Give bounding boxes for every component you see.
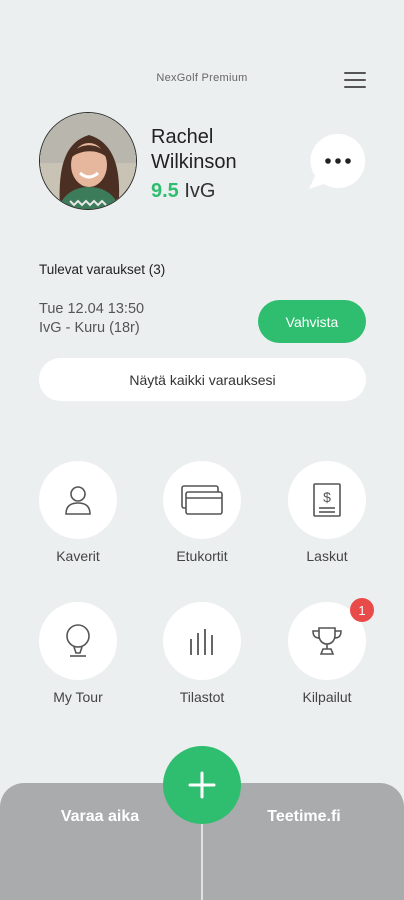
handicap: 9.5 IvG bbox=[151, 180, 216, 203]
tile-statistics[interactable]: Tilastot bbox=[152, 602, 252, 705]
profile-card: Rachel Wilkinson 9.5 IvG bbox=[39, 112, 369, 212]
show-all-bookings-button[interactable]: Näytä kaikki varauksesi bbox=[39, 358, 366, 401]
teetime-button[interactable]: Teetime.fi bbox=[204, 808, 404, 838]
hamburger-menu-icon[interactable] bbox=[344, 72, 366, 90]
tile-invoices[interactable]: $ Laskut bbox=[277, 461, 377, 564]
avatar[interactable] bbox=[39, 112, 137, 210]
tile-label: My Tour bbox=[53, 689, 103, 705]
tile-benefit-cards[interactable]: Etukortit bbox=[152, 461, 252, 564]
confirm-button[interactable]: Vahvista bbox=[258, 300, 366, 343]
stats-bars-icon bbox=[163, 602, 241, 680]
tile-friends[interactable]: Kaverit bbox=[28, 461, 128, 564]
tile-label: Tilastot bbox=[179, 689, 225, 705]
person-icon bbox=[39, 461, 117, 539]
book-time-button[interactable]: Varaa aika bbox=[0, 808, 200, 838]
plus-icon bbox=[188, 771, 216, 799]
add-button[interactable] bbox=[163, 746, 241, 824]
upcoming-bookings-title: Tulevat varaukset (3) bbox=[39, 262, 166, 277]
invoice-icon: $ bbox=[288, 461, 366, 539]
last-name: Wilkinson bbox=[151, 151, 237, 173]
tile-label: Kaverit bbox=[56, 548, 100, 564]
handicap-value: 9.5 bbox=[151, 180, 179, 202]
tile-label: Etukortit bbox=[176, 548, 228, 564]
svg-text:$: $ bbox=[323, 489, 331, 505]
cards-icon bbox=[163, 461, 241, 539]
golf-ball-icon bbox=[39, 602, 117, 680]
user-name: Rachel Wilkinson bbox=[151, 125, 237, 175]
tile-label: Kilpailut bbox=[302, 689, 352, 705]
bottom-divider bbox=[201, 820, 203, 900]
chat-bubble-icon[interactable] bbox=[309, 132, 367, 190]
tile-label: Laskut bbox=[306, 548, 348, 564]
booking-date: Tue 12.04 13:50 bbox=[39, 301, 145, 317]
tile-my-tour[interactable]: My Tour bbox=[28, 602, 128, 705]
notification-badge: 1 bbox=[350, 598, 374, 622]
booking-course: IvG - Kuru (18r) bbox=[39, 320, 140, 336]
handicap-unit: IvG bbox=[184, 180, 216, 202]
top-bar: NexGolf Premium bbox=[0, 70, 404, 90]
first-name: Rachel bbox=[151, 126, 214, 148]
